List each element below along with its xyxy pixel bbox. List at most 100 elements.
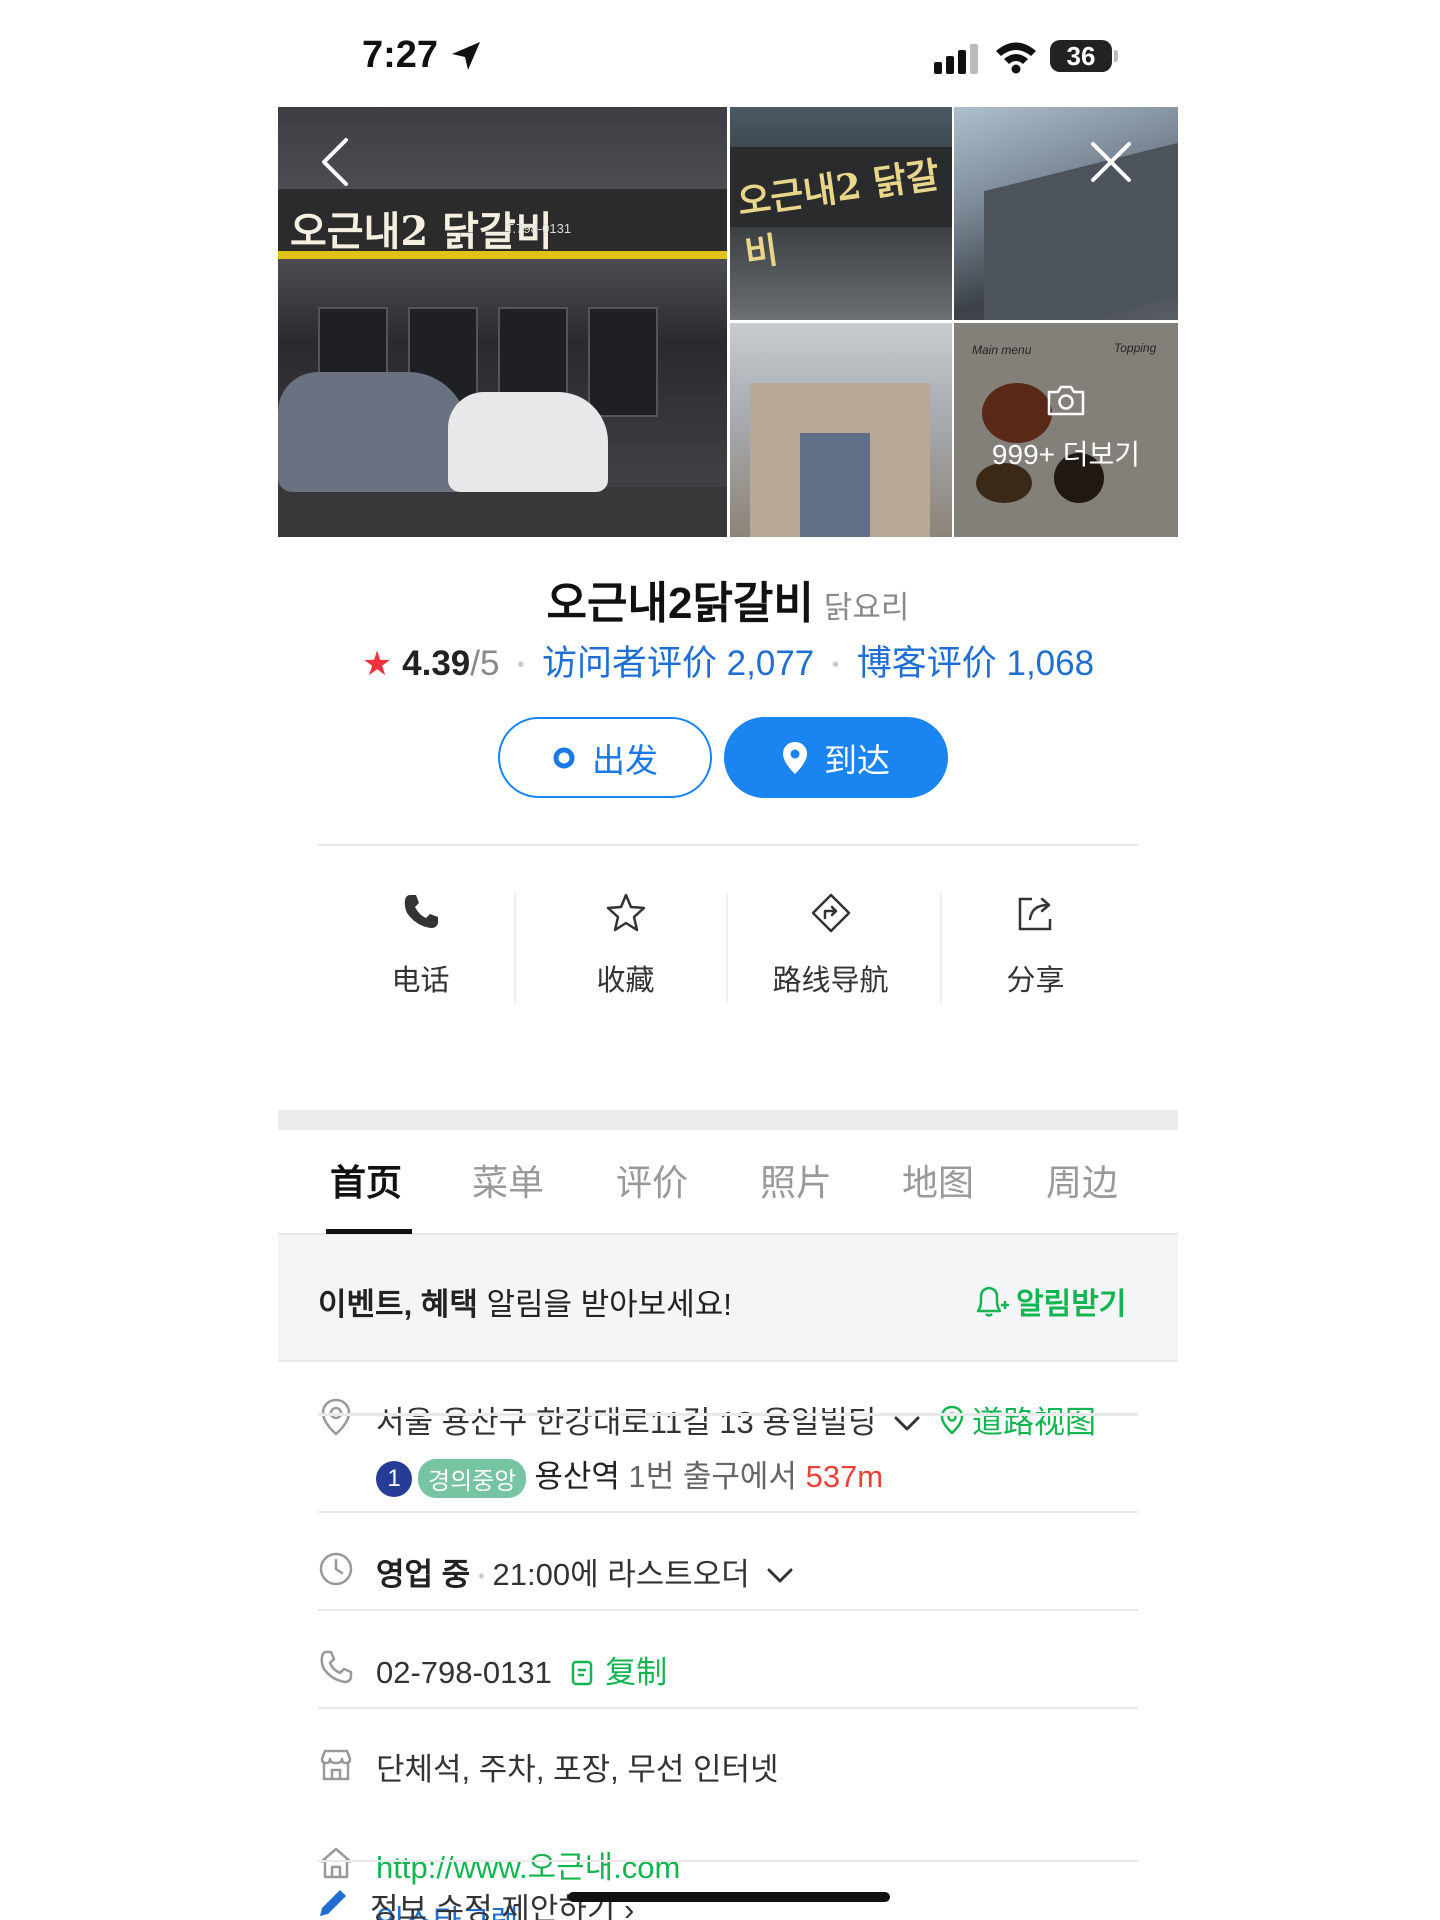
map-pin-icon <box>940 1405 964 1435</box>
tab-reviews[interactable]: 评价 <box>616 1154 688 1206</box>
subway-line-number-badge: 1 <box>376 1460 412 1497</box>
photo-signboard: 오근내2 닭갈비 <box>730 147 952 275</box>
action-separator <box>514 893 516 1003</box>
depart-label: 出发 <box>592 741 658 779</box>
subscribe-label: 알림받기 <box>1016 1288 1127 1321</box>
address-text: 서울 용산구 한강대로11길 13 용일빌딩 <box>376 1405 877 1440</box>
store-icon <box>320 1749 352 1781</box>
camera-icon <box>1047 385 1085 416</box>
street-view-label: 道路视图 <box>972 1405 1096 1440</box>
share-label: 分享 <box>1006 965 1065 997</box>
photo-entrance[interactable] <box>730 323 952 537</box>
phone-number[interactable]: 02-798-0131 <box>376 1655 552 1690</box>
divider <box>318 1860 1138 1862</box>
tab-photos[interactable]: 照片 <box>760 1154 832 1206</box>
clock-icon <box>319 1552 353 1586</box>
photo-menu-more[interactable]: Main menu Topping 999+ 더보기 <box>954 323 1178 537</box>
route-icon <box>728 891 933 935</box>
rating-max: /5 <box>470 644 500 683</box>
depart-dot-icon <box>552 746 576 770</box>
tab-map[interactable]: 地图 <box>902 1154 974 1206</box>
copy-phone-button[interactable]: 复制 <box>570 1655 667 1690</box>
notice-benefit: 혜택 <box>420 1287 478 1322</box>
call-button[interactable]: 电话 <box>318 879 523 1013</box>
active-tab-indicator <box>326 1229 412 1234</box>
photo-door <box>800 433 870 537</box>
star-rating-icon: ★ <box>361 645 393 683</box>
tab-home[interactable]: 首页 <box>330 1154 402 1206</box>
separator-dot: • <box>478 1566 485 1587</box>
close-icon[interactable] <box>1090 141 1132 183</box>
phone-row: 02-798-0131 复制 <box>376 1647 667 1692</box>
notification-banner: 이벤트, 혜택 알림을 받아보세요! 알림받기 <box>278 1235 1178 1362</box>
save-label: 收藏 <box>596 965 655 997</box>
home-icon <box>320 1847 352 1879</box>
location-arrow-icon <box>452 42 480 70</box>
divider <box>318 844 1138 846</box>
business-hours-row[interactable]: 영업 중 • 21:00에 라스트오더 <box>376 1549 794 1594</box>
depart-button[interactable]: 出发 <box>498 717 712 798</box>
tab-nearby[interactable]: 周边 <box>1046 1154 1118 1206</box>
status-time: 7:27 <box>362 34 439 76</box>
photo-dim-overlay <box>954 323 1178 537</box>
back-icon[interactable] <box>320 137 350 187</box>
photo-building-shape <box>984 142 1178 320</box>
photo-window <box>588 307 658 417</box>
photo-car-white <box>448 392 608 492</box>
more-photos-label: 999+ 더보기 <box>991 439 1141 470</box>
photo-sign-tel: T.798-0131 <box>506 221 572 236</box>
rating-value: 4.39 <box>402 644 471 683</box>
notification-text: 이벤트, 혜택 알림을 받아보세요! <box>318 1279 732 1324</box>
station-name: 용산역 <box>534 1459 620 1494</box>
location-pin-icon <box>782 741 808 775</box>
subway-line-name-badge: 경의중앙 <box>418 1459 527 1499</box>
photo-sign-closeup[interactable]: 오근내2 닭갈비 <box>730 107 952 320</box>
copy-label: 复制 <box>605 1655 668 1690</box>
call-label: 电话 <box>391 965 450 997</box>
save-button[interactable]: 收藏 <box>523 879 728 1013</box>
arrive-button[interactable]: 到达 <box>724 717 948 798</box>
suggest-edit-link[interactable]: 정보 수정 제안하기 › <box>370 1884 634 1920</box>
battery-tip <box>1114 50 1118 62</box>
phone-outline-icon <box>320 1650 353 1684</box>
place-name: 오근내2닭갈비 <box>546 579 814 628</box>
place-detail-page: 오근내2 닭갈비 T.798-0131 오근내2 닭갈비 Main menu T… <box>278 107 1178 1920</box>
phone-icon <box>318 891 523 931</box>
action-bar: 电话 收藏 路线导航 分享 <box>318 879 1138 1013</box>
photo-ground <box>278 487 727 537</box>
share-icon <box>933 891 1138 935</box>
website-link[interactable]: http://www.오근내.com <box>376 1842 680 1887</box>
divider <box>318 1511 1138 1513</box>
tab-menu[interactable]: 菜单 <box>472 1154 544 1206</box>
street-view-button[interactable]: 道路视图 <box>938 1397 1096 1442</box>
blog-reviews-link[interactable]: 博客评价 1,068 <box>857 644 1094 683</box>
separator-dot: • <box>517 654 525 677</box>
battery-indicator: 36 <box>1050 40 1112 72</box>
divider <box>318 1609 1138 1611</box>
photo-car-gray <box>278 372 468 492</box>
route-button[interactable]: 路线导航 <box>728 879 933 1013</box>
distance: 537m <box>805 1459 884 1494</box>
subscribe-notification-button[interactable]: 알림받기 <box>970 1279 1126 1323</box>
photo-building[interactable] <box>954 107 1178 320</box>
notice-sep: , <box>403 1287 421 1322</box>
address-row[interactable]: 서울 용산구 한강대로11길 13 용일빌딩 <box>376 1397 921 1442</box>
home-indicator <box>568 1892 890 1902</box>
facilities-text: 단체석, 주차, 포장, 무선 인터넷 <box>376 1752 779 1787</box>
place-category: 닭요리 <box>823 590 910 625</box>
copy-icon <box>572 1660 593 1686</box>
exit-info: 1번 출구에서 <box>619 1459 806 1494</box>
separator-dot: • <box>832 654 840 677</box>
status-bar: 7:27 36 <box>0 0 1440 110</box>
section-separator <box>278 1110 1178 1130</box>
visitor-reviews-link[interactable]: 访问者评价 2,077 <box>542 644 814 683</box>
notice-rest: 알림을 받아보세요! <box>477 1287 732 1322</box>
divider <box>318 1707 1138 1709</box>
wifi-icon <box>996 42 1036 74</box>
share-button[interactable]: 分享 <box>933 879 1138 1013</box>
subway-info-row: 1 경의중앙 용산역 1번 출구에서 537m <box>376 1451 884 1499</box>
location-pin-outline-icon <box>321 1398 351 1436</box>
place-title-row: 오근내2닭갈비 닭요리 <box>278 567 1178 631</box>
last-order: 21:00에 라스트오더 <box>492 1557 750 1592</box>
pencil-icon <box>320 1890 346 1916</box>
